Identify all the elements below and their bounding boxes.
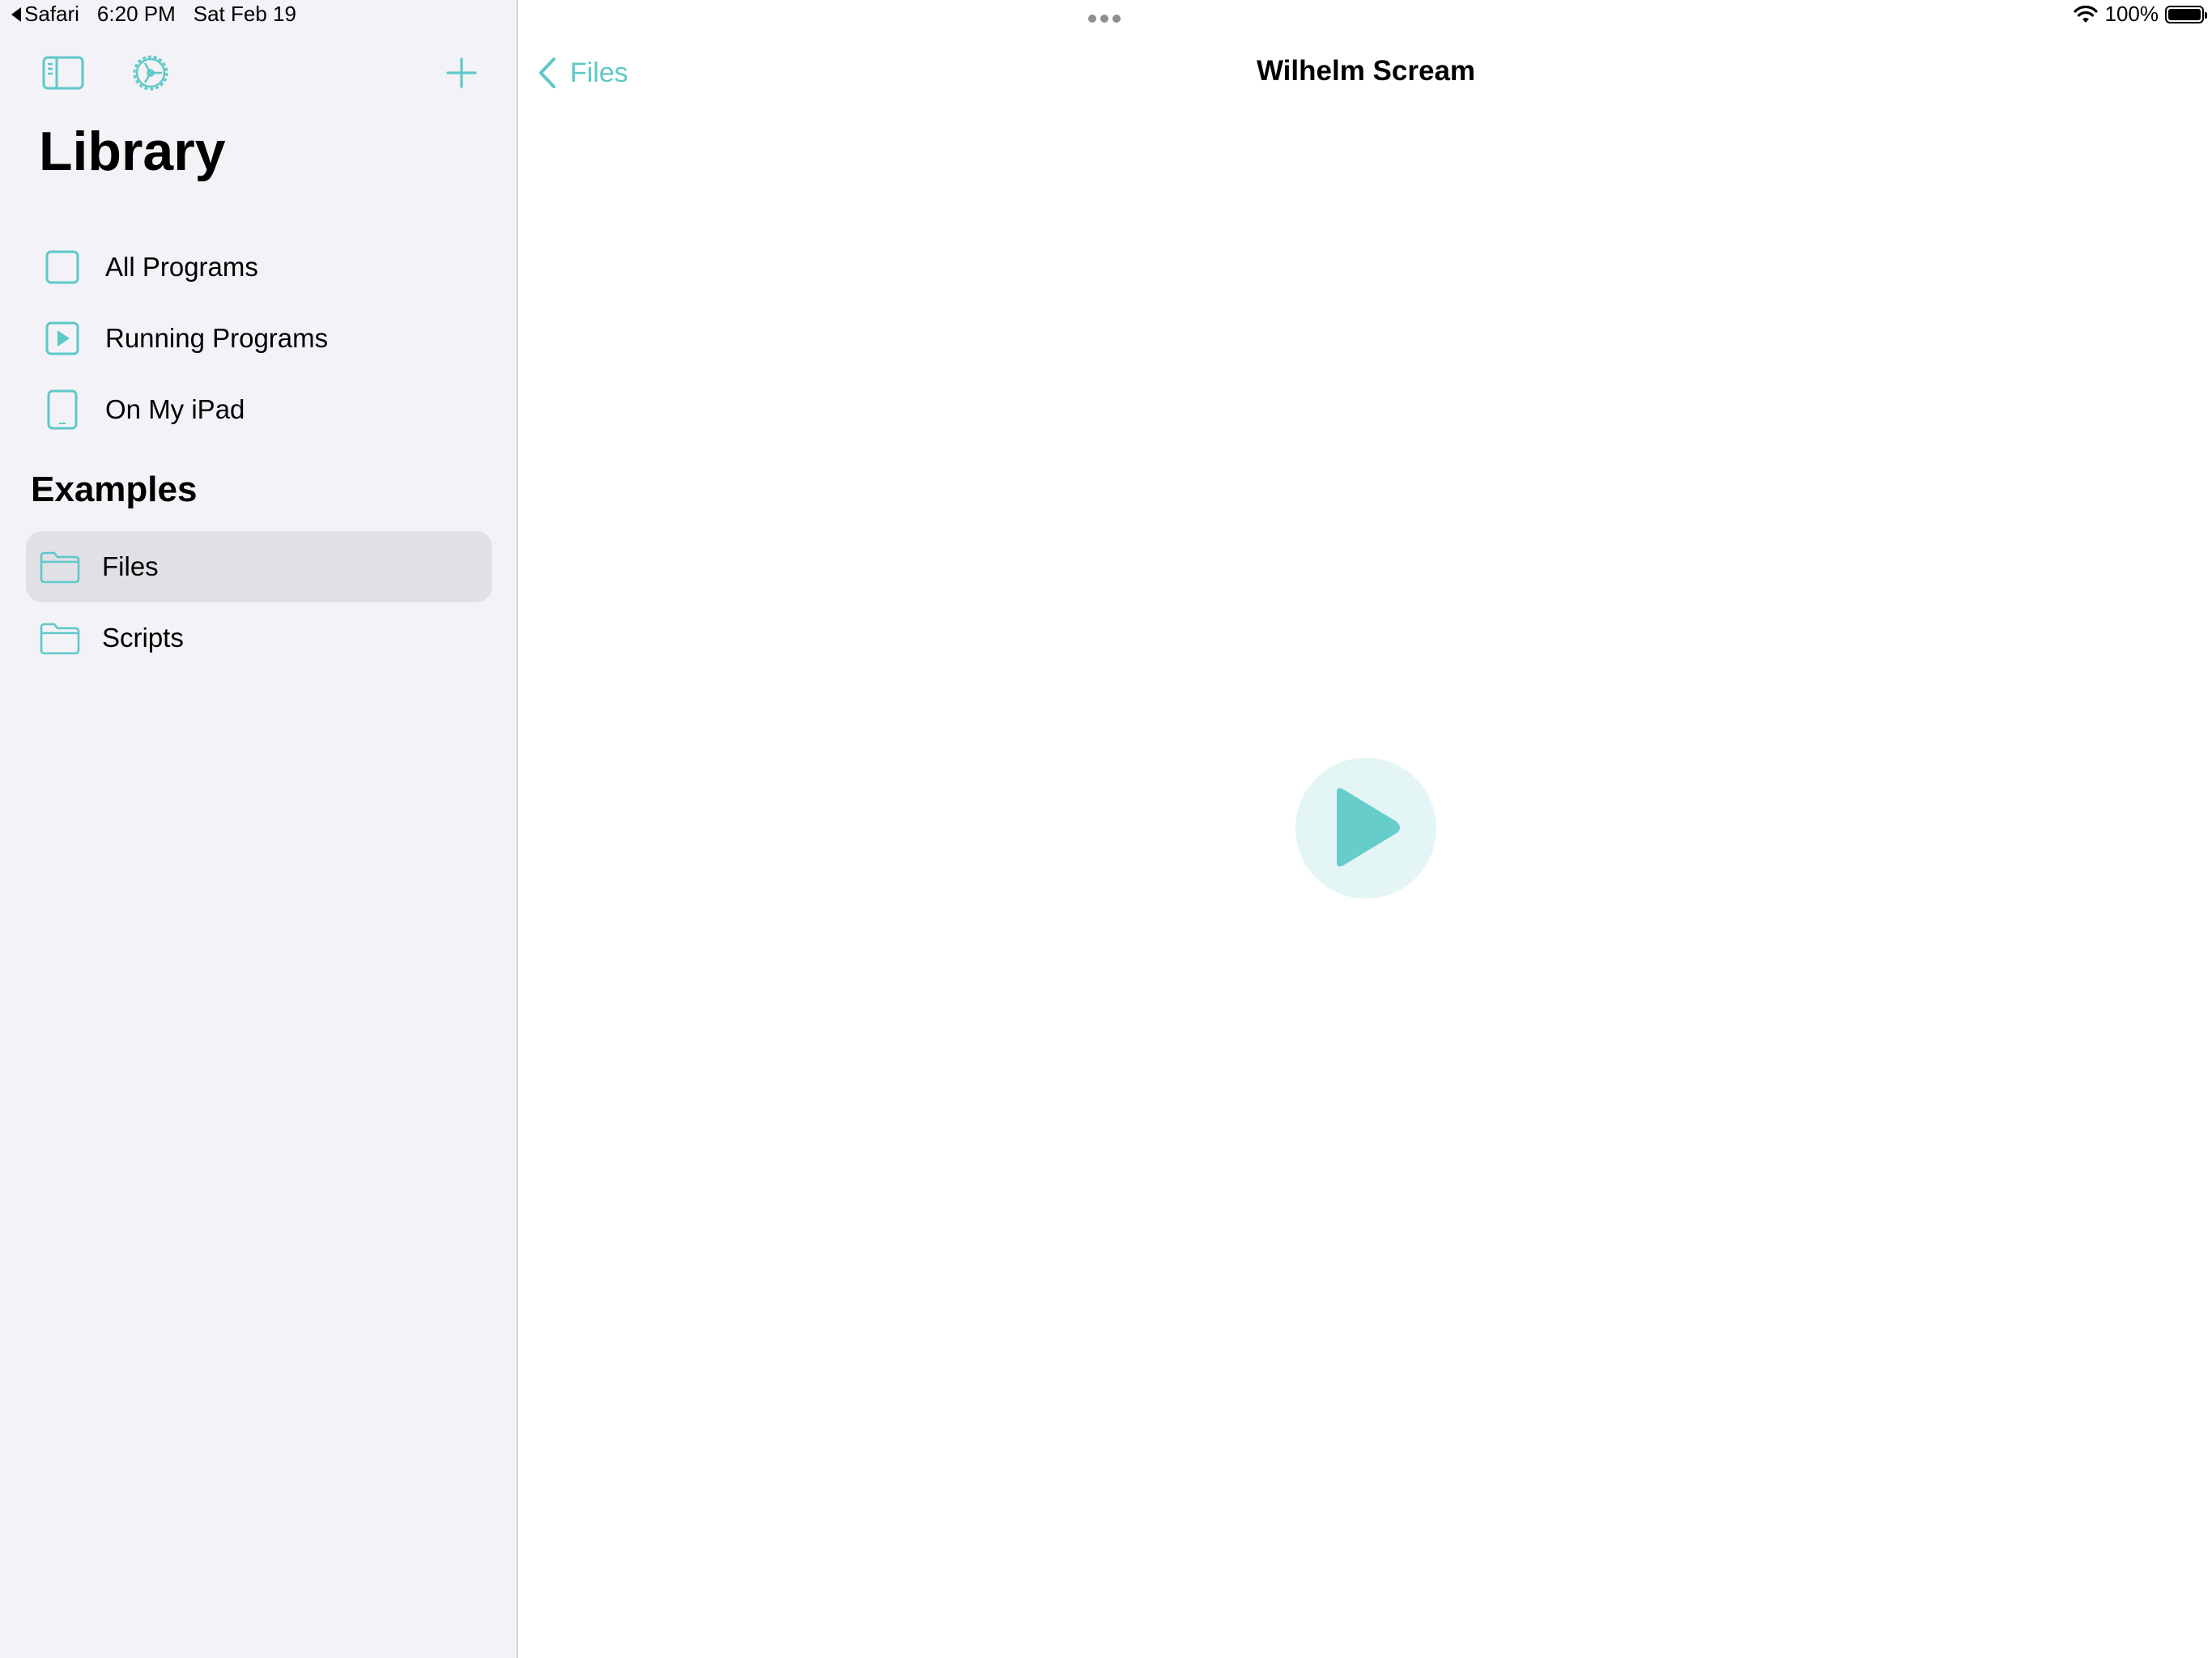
- page-title: Wilhelm Scream: [1256, 55, 1476, 87]
- folder-icon: [39, 616, 81, 660]
- status-left: Safari 6:20 PM Sat Feb 19: [11, 2, 296, 27]
- sidebar-item-label: On My iPad: [105, 394, 245, 424]
- sidebar-item-running-programs[interactable]: Running Programs: [26, 303, 492, 374]
- status-bar: Safari 6:20 PM Sat Feb 19 100%: [0, 0, 2212, 32]
- examples-list: Files Scripts: [26, 531, 492, 674]
- square-icon: [40, 245, 84, 289]
- battery-percent: 100%: [2104, 2, 2159, 26]
- sidebar-toggle-button[interactable]: [39, 49, 87, 97]
- wifi-icon: [2073, 5, 2098, 23]
- folder-icon: [39, 545, 81, 589]
- library-list: All Programs Running Programs On My iPad: [26, 232, 492, 445]
- multitasking-menu-icon[interactable]: [1088, 15, 1121, 23]
- sidebar-item-label: Files: [102, 551, 159, 581]
- main-content: Files Wilhelm Scream: [520, 0, 2212, 1658]
- ipad-icon: [40, 388, 84, 432]
- sidebar-item-on-my-ipad[interactable]: On My iPad: [26, 374, 492, 445]
- back-arrow-icon: [11, 6, 21, 22]
- play-button[interactable]: [1295, 758, 1436, 899]
- play-square-icon: [40, 317, 84, 360]
- sidebar-item-label: Running Programs: [105, 323, 329, 353]
- status-right: 100%: [2073, 2, 2207, 27]
- sidebar: Library All Programs Running Programs On…: [0, 0, 518, 1658]
- sidebar-toggle-icon: [42, 56, 84, 90]
- settings-button[interactable]: [126, 49, 175, 97]
- plus-icon: [446, 57, 477, 88]
- sidebar-item-all-programs[interactable]: All Programs: [26, 232, 492, 303]
- sidebar-item-label: Scripts: [102, 623, 184, 653]
- battery-icon: [2165, 5, 2207, 23]
- settings-gear-icon: [133, 55, 168, 91]
- play-icon: [1337, 788, 1400, 867]
- status-time: 6:20 PM: [96, 2, 176, 26]
- back-app-label: Safari: [24, 2, 79, 26]
- sidebar-item-label: All Programs: [105, 252, 258, 282]
- examples-section-title: Examples: [31, 470, 198, 509]
- sidebar-item-scripts[interactable]: Scripts: [26, 602, 492, 674]
- status-date: Sat Feb 19: [193, 2, 296, 26]
- library-title: Library: [39, 121, 226, 182]
- sidebar-item-files[interactable]: Files: [26, 531, 492, 602]
- add-button[interactable]: [437, 49, 486, 97]
- back-to-app-link[interactable]: Safari: [11, 2, 79, 27]
